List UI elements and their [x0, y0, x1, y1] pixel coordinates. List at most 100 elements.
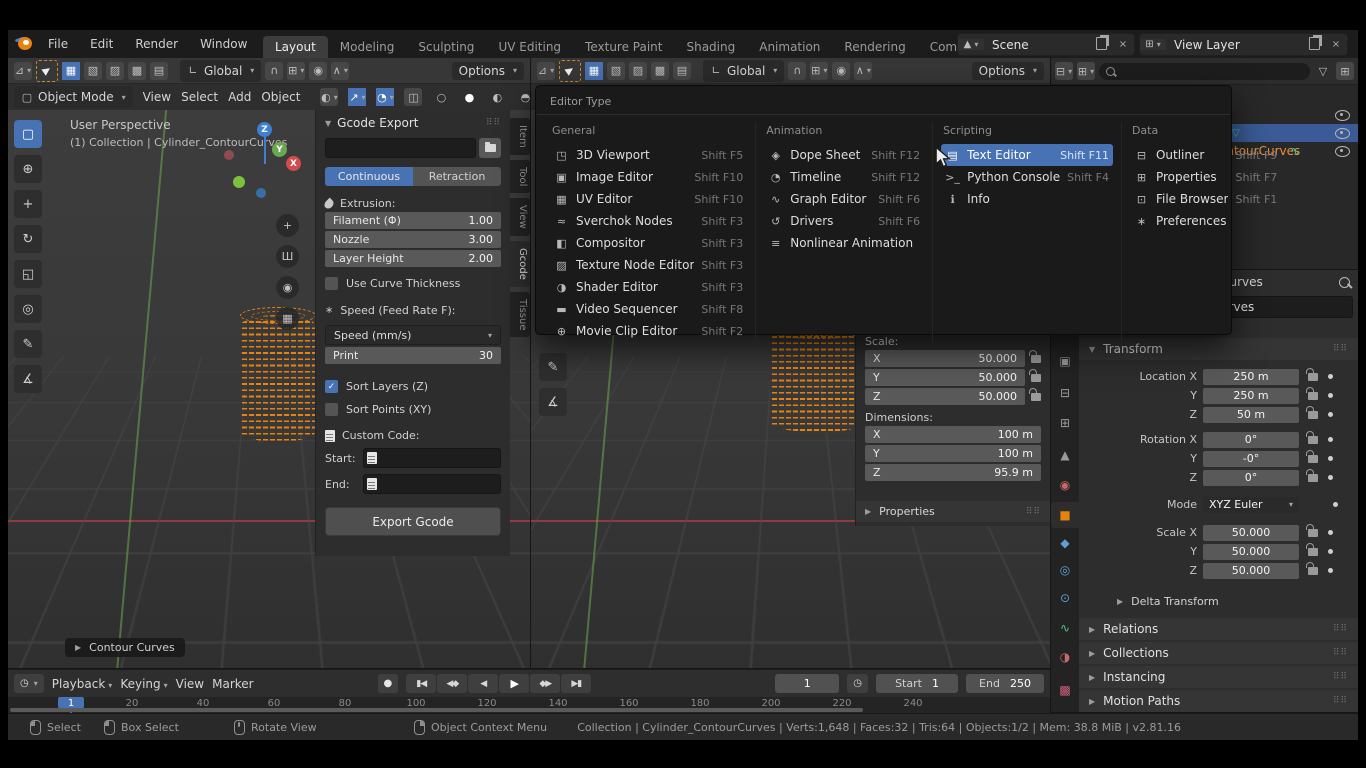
frame-start-field[interactable]: Start1	[876, 674, 958, 693]
location-y-field[interactable]: 250 m	[1203, 388, 1299, 404]
menu-view[interactable]: View	[143, 90, 171, 104]
use-curve-thickness-checkbox[interactable]	[325, 277, 338, 290]
select-mode-new-icon[interactable]: ▦	[585, 62, 603, 80]
camera-view-icon[interactable]: ◉	[276, 276, 299, 299]
view-layer-selector[interactable]: ⊞ View Layer ×	[1139, 33, 1348, 56]
print-speed-field[interactable]: Print30	[325, 347, 501, 364]
lock-open-icon[interactable]	[1308, 567, 1318, 575]
instancing-panel[interactable]: ▶Instancing⠿⠿	[1079, 666, 1358, 688]
mode-dropdown[interactable]: ▢ Object Mode	[14, 86, 133, 108]
lock-open-icon[interactable]	[1308, 392, 1318, 400]
scale-y-field[interactable]: 50.000	[1203, 544, 1299, 560]
menu-marker[interactable]: Marker	[212, 677, 253, 691]
rotation-x-field[interactable]: 0°	[1203, 432, 1299, 448]
y-axis-negative-dot[interactable]	[233, 176, 245, 188]
frame-end-field[interactable]: End250	[966, 674, 1044, 693]
select-mode-extend-icon[interactable]: ▧	[607, 62, 625, 80]
menu-keying[interactable]: Keying	[120, 677, 167, 691]
keyframe-dot-icon[interactable]	[1328, 393, 1333, 398]
measure-tool[interactable]: ∡	[14, 365, 42, 393]
new-view-layer-icon[interactable]	[1309, 37, 1320, 50]
keyframe-dot-icon[interactable]	[1328, 530, 1333, 535]
auto-keyframe-icon[interactable]: ◷	[847, 674, 868, 693]
speed-mode-dropdown[interactable]: Speed (mm/s)	[325, 325, 501, 345]
menu-render[interactable]: Render	[135, 37, 178, 51]
dimension-z-field[interactable]: Z95.9 m	[865, 464, 1041, 481]
select-mode-subtract-icon[interactable]: ▨	[629, 62, 647, 80]
filter-funnel-icon[interactable]: ▽	[1314, 62, 1332, 80]
shading-rendered-icon[interactable]: ◓	[516, 88, 530, 106]
measure-tool[interactable]: ∡	[539, 388, 567, 416]
x-axis-gizmo[interactable]: X	[286, 156, 301, 171]
eye-icon[interactable]	[1335, 110, 1350, 121]
select-mode-subtract-icon[interactable]: ▨	[106, 62, 124, 80]
orientation-dropdown[interactable]: ∟ Global	[180, 60, 261, 82]
tab-view-layer[interactable]: ⊞	[1051, 410, 1079, 436]
keyframe-dot-icon[interactable]	[1328, 412, 1333, 417]
shading-wireframe-icon[interactable]: ○	[432, 88, 450, 106]
tab-texture[interactable]: ▩	[1051, 677, 1079, 703]
properties-subpanel[interactable]: ▶ Properties ⠿⠿	[856, 501, 1050, 522]
tab-animation[interactable]: Animation	[747, 36, 832, 58]
options-dropdown[interactable]: Options	[452, 62, 524, 80]
keyframe-dot-icon[interactable]	[1328, 456, 1333, 461]
tab-texture-paint[interactable]: Texture Paint	[573, 36, 674, 58]
active-tool-icon[interactable]: ▶	[559, 60, 581, 82]
scale-y-field[interactable]: Y50.000	[865, 369, 1025, 386]
lock-open-icon[interactable]	[1031, 355, 1041, 363]
select-mode-invert-icon[interactable]: ▩	[128, 62, 146, 80]
keyframe-dot-icon[interactable]	[1328, 374, 1333, 379]
delta-transform-panel[interactable]: ▶Delta Transform	[1117, 595, 1219, 608]
select-visibility-icon[interactable]: ◐	[320, 88, 338, 106]
menu-item-info[interactable]: ℹInfo	[941, 188, 1113, 210]
close-view-layer-icon[interactable]: ×	[1325, 39, 1347, 50]
tab-modifiers[interactable]: ◆	[1051, 530, 1079, 556]
tab-object-data[interactable]: ∿	[1051, 615, 1079, 641]
nozzle-field[interactable]: Nozzle3.00	[325, 231, 501, 248]
outliner-search-input[interactable]	[1099, 63, 1310, 80]
select-box-tool[interactable]: ▢	[14, 120, 42, 148]
orientation-dropdown[interactable]: ∟ Global	[703, 60, 784, 82]
scene-selector[interactable]: ▲ Scene ×	[957, 33, 1135, 56]
snap-target-icon[interactable]: ⊞	[287, 62, 305, 80]
tab-tool[interactable]: Tool	[510, 160, 530, 193]
lock-open-icon[interactable]	[1308, 373, 1318, 381]
gcode-path-input[interactable]	[325, 138, 476, 158]
tweak-tool-icon[interactable]: ⊿	[14, 62, 32, 80]
scale-z-field[interactable]: Z50.000	[865, 388, 1025, 405]
lock-open-icon[interactable]	[1031, 393, 1041, 401]
scale-x-field[interactable]: X50.000	[865, 350, 1025, 367]
location-x-field[interactable]: 250 m	[1203, 369, 1299, 385]
lock-open-icon[interactable]	[1308, 529, 1318, 537]
filament-field[interactable]: Filament (Φ)1.00	[325, 212, 501, 229]
retraction-button[interactable]: Retraction	[413, 167, 501, 186]
z-axis-negative-dot[interactable]	[256, 188, 266, 198]
menu-item-compositor[interactable]: ◧CompositorShift F3	[550, 232, 747, 254]
transform-tool[interactable]: ◎	[14, 295, 42, 323]
menu-item-file-browser[interactable]: ⊡File BrowserShift F1	[1130, 188, 1281, 210]
falloff-icon[interactable]: ∧	[854, 62, 872, 80]
filter-collection-icon[interactable]: ⊞	[1077, 62, 1095, 80]
timeline-ruler[interactable]: 20 40 60 80 100 120 140 160 180 200 220 …	[8, 697, 1050, 713]
menu-file[interactable]: File	[48, 37, 68, 51]
menu-item-sverchok-nodes[interactable]: ≈Sverchok NodesShift F3	[550, 210, 747, 232]
timeline-scrollbar[interactable]	[10, 708, 863, 712]
tweak-tool-icon[interactable]: ⊿	[537, 62, 555, 80]
snap-target-icon[interactable]: ⊞	[810, 62, 828, 80]
menu-item-video-sequencer[interactable]: ▬Video SequencerShift F8	[550, 298, 747, 320]
xray-toggle-icon[interactable]: ◫	[404, 88, 422, 106]
contour-curves-panel[interactable]: ▶ Contour Curves	[65, 638, 185, 657]
scene-icon[interactable]: ▲	[958, 39, 984, 50]
folder-browse-button[interactable]	[479, 138, 501, 158]
menu-item-3d-viewport[interactable]: ◳3D ViewportShift F5	[550, 144, 747, 166]
menu-view[interactable]: View	[176, 677, 204, 691]
scale-z-field[interactable]: 50.000	[1203, 563, 1299, 579]
select-mode-extend-icon[interactable]: ▧	[84, 62, 102, 80]
cylinder-object[interactable]	[240, 315, 316, 442]
menu-select[interactable]: Select	[181, 90, 218, 104]
overlays-toggle-icon[interactable]: ◔	[376, 88, 394, 106]
dimension-y-field[interactable]: Y100 m	[865, 445, 1041, 462]
rotate-tool[interactable]: ↻	[14, 225, 42, 253]
next-keyframe-button[interactable]: ◆▶	[530, 674, 560, 693]
menu-window[interactable]: Window	[200, 37, 247, 51]
